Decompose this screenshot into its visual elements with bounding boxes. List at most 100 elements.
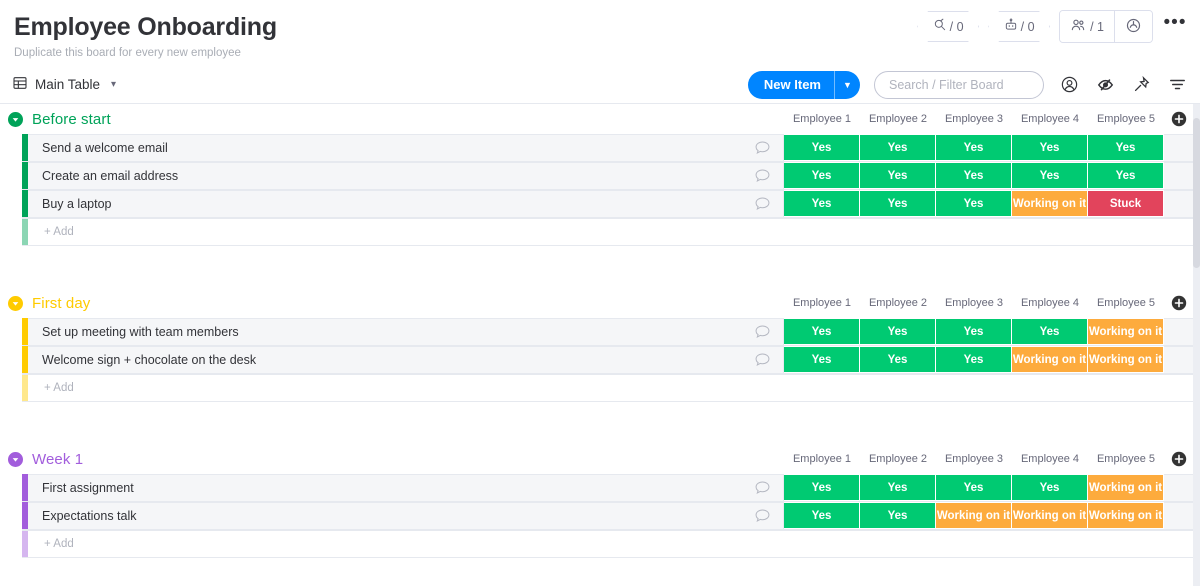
comment-bubble-icon[interactable] <box>754 168 771 184</box>
row-name-cell[interactable]: First assignment <box>28 474 784 501</box>
status-cell[interactable]: Working on it <box>1012 190 1088 217</box>
add-item-row[interactable]: + Add <box>22 530 1194 558</box>
vertical-scrollbar[interactable] <box>1193 104 1200 586</box>
status-cell[interactable]: Yes <box>936 134 1012 161</box>
group-title[interactable]: First day <box>32 295 90 312</box>
plus-circle-icon[interactable] <box>1164 111 1194 127</box>
activity-log-chip[interactable]: / 0 <box>917 11 979 42</box>
status-cell[interactable]: Working on it <box>1088 474 1164 501</box>
column-header[interactable]: Employee 5 <box>1088 297 1164 309</box>
status-cell[interactable]: Yes <box>784 134 860 161</box>
integrations-icon <box>1125 17 1142 37</box>
status-cell[interactable]: Yes <box>784 190 860 217</box>
add-item-row[interactable]: + Add <box>22 374 1194 402</box>
column-header[interactable]: Employee 1 <box>784 453 860 465</box>
automations-chip[interactable]: / 0 <box>988 11 1050 42</box>
person-filter-icon[interactable] <box>1058 74 1080 96</box>
status-cell[interactable]: Working on it <box>936 502 1012 529</box>
status-cell[interactable]: Yes <box>936 346 1012 373</box>
board-members-button[interactable]: / 1 <box>1060 11 1114 42</box>
row-name-cell[interactable]: Expectations talk <box>28 502 784 529</box>
status-cell[interactable]: Working on it <box>1088 318 1164 345</box>
plus-circle-icon[interactable] <box>1164 451 1194 467</box>
search-input[interactable] <box>889 77 1029 92</box>
row-name-cell[interactable]: Send a welcome email <box>28 134 784 161</box>
status-cell[interactable]: Working on it <box>1088 346 1164 373</box>
row-name-cell[interactable]: Welcome sign + chocolate on the desk <box>28 346 784 373</box>
board-toolbar: Main Table ▾ New Item ▼ <box>0 66 1200 104</box>
new-item-dropdown-chevron-down-icon[interactable]: ▼ <box>834 70 860 99</box>
row-name-cell[interactable]: Create an email address <box>28 162 784 189</box>
pin-icon[interactable] <box>1130 74 1152 96</box>
column-header[interactable]: Employee 4 <box>1012 453 1088 465</box>
collapse-group-icon[interactable] <box>8 295 23 311</box>
status-cell[interactable]: Yes <box>784 474 860 501</box>
status-cell[interactable]: Working on it <box>1012 346 1088 373</box>
add-item-label[interactable]: + Add <box>28 226 74 238</box>
search-filter-box[interactable] <box>874 70 1044 99</box>
row-name-cell[interactable]: Buy a laptop <box>28 190 784 217</box>
status-cells: Yes Yes Yes Yes Yes <box>784 134 1164 161</box>
status-cell[interactable]: Yes <box>1012 474 1088 501</box>
column-header[interactable]: Employee 5 <box>1088 113 1164 125</box>
group-title[interactable]: Before start <box>32 111 111 128</box>
column-header[interactable]: Employee 4 <box>1012 297 1088 309</box>
status-cell[interactable]: Yes <box>1012 318 1088 345</box>
collapse-group-icon[interactable] <box>8 451 23 467</box>
status-cell[interactable]: Yes <box>860 318 936 345</box>
status-cell[interactable]: Working on it <box>1088 502 1164 529</box>
status-cell[interactable]: Yes <box>936 474 1012 501</box>
collapse-group-icon[interactable] <box>8 111 23 127</box>
status-cell[interactable]: Yes <box>860 162 936 189</box>
status-cell[interactable]: Yes <box>860 474 936 501</box>
status-cell[interactable]: Stuck <box>1088 190 1164 217</box>
status-cell[interactable]: Yes <box>784 346 860 373</box>
row-end-spacer <box>1164 318 1194 345</box>
new-item-button[interactable]: New Item ▼ <box>747 70 860 99</box>
filter-icon[interactable] <box>1166 74 1188 96</box>
comment-bubble-icon[interactable] <box>754 352 771 368</box>
integrations-button[interactable] <box>1114 11 1152 42</box>
comment-bubble-icon[interactable] <box>754 196 771 212</box>
status-cell[interactable]: Yes <box>1088 134 1164 161</box>
add-item-label[interactable]: + Add <box>28 382 74 394</box>
status-cell[interactable]: Yes <box>936 162 1012 189</box>
more-options-icon[interactable]: ••• <box>1162 13 1188 40</box>
column-header[interactable]: Employee 3 <box>936 453 1012 465</box>
status-cell[interactable]: Yes <box>936 190 1012 217</box>
status-cell[interactable]: Yes <box>860 346 936 373</box>
status-cell[interactable]: Working on it <box>1012 502 1088 529</box>
status-cell[interactable]: Yes <box>860 134 936 161</box>
column-header[interactable]: Employee 2 <box>860 453 936 465</box>
status-cell[interactable]: Yes <box>1012 162 1088 189</box>
comment-bubble-icon[interactable] <box>754 480 771 496</box>
hide-eye-icon[interactable] <box>1094 74 1116 96</box>
tab-main-table[interactable]: Main Table ▾ <box>12 75 116 94</box>
comment-bubble-icon[interactable] <box>754 324 771 340</box>
status-cell[interactable]: Yes <box>784 502 860 529</box>
add-item-label[interactable]: + Add <box>28 538 74 550</box>
column-header[interactable]: Employee 1 <box>784 113 860 125</box>
column-header[interactable]: Employee 3 <box>936 297 1012 309</box>
status-cell[interactable]: Yes <box>860 502 936 529</box>
column-header[interactable]: Employee 2 <box>860 113 936 125</box>
chevron-down-icon[interactable]: ▾ <box>111 79 116 90</box>
row-name-cell[interactable]: Set up meeting with team members <box>28 318 784 345</box>
status-cell[interactable]: Yes <box>860 190 936 217</box>
group-title[interactable]: Week 1 <box>32 451 83 468</box>
status-cell[interactable]: Yes <box>784 162 860 189</box>
status-cell[interactable]: Yes <box>936 318 1012 345</box>
comment-bubble-icon[interactable] <box>754 508 771 524</box>
status-cell[interactable]: Yes <box>784 318 860 345</box>
column-header[interactable]: Employee 4 <box>1012 113 1088 125</box>
comment-bubble-icon[interactable] <box>754 140 771 156</box>
status-cell[interactable]: Yes <box>1088 162 1164 189</box>
status-cell[interactable]: Yes <box>1012 134 1088 161</box>
plus-circle-icon[interactable] <box>1164 295 1194 311</box>
column-header[interactable]: Employee 5 <box>1088 453 1164 465</box>
vertical-scrollbar-thumb[interactable] <box>1193 118 1200 268</box>
add-item-row[interactable]: + Add <box>22 218 1194 246</box>
column-header[interactable]: Employee 2 <box>860 297 936 309</box>
column-header[interactable]: Employee 1 <box>784 297 860 309</box>
column-header[interactable]: Employee 3 <box>936 113 1012 125</box>
